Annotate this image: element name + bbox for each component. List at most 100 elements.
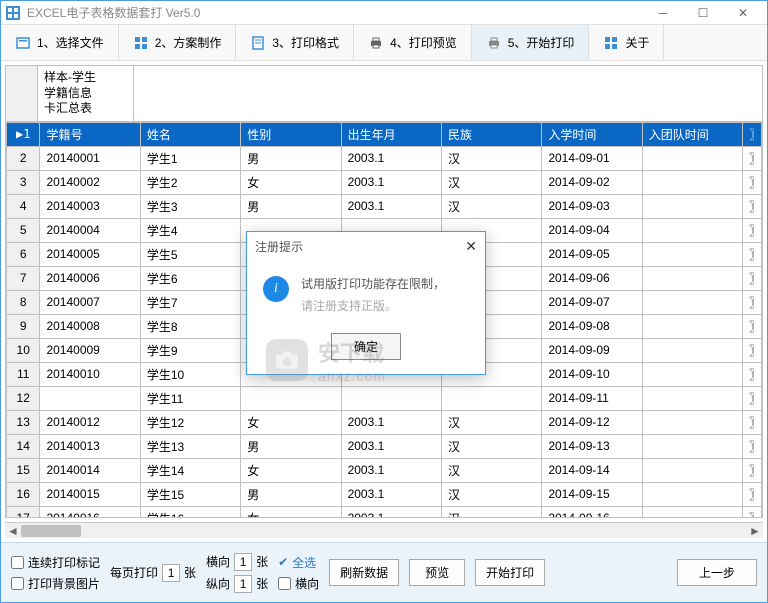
close-button[interactable]: ✕ bbox=[723, 2, 763, 24]
cell[interactable] bbox=[441, 386, 541, 410]
minimize-button[interactable]: ─ bbox=[643, 2, 683, 24]
cell[interactable]: 20140008 bbox=[40, 314, 140, 338]
cell[interactable] bbox=[241, 386, 341, 410]
cell[interactable] bbox=[642, 146, 742, 170]
cell[interactable] bbox=[341, 386, 441, 410]
cell[interactable] bbox=[642, 194, 742, 218]
maximize-button[interactable]: ☐ bbox=[683, 2, 723, 24]
cell[interactable]: 20140003 bbox=[40, 194, 140, 218]
cell[interactable] bbox=[642, 242, 742, 266]
cell[interactable]: 学生15 bbox=[140, 482, 240, 506]
table-row[interactable]: 12学生112014-09-11〗 bbox=[7, 386, 762, 410]
cell[interactable]: 2014-09-03 bbox=[542, 194, 642, 218]
table-row[interactable]: 1320140012学生12女2003.1汉2014-09-12〗 bbox=[7, 410, 762, 434]
cell[interactable]: 学生1 bbox=[140, 146, 240, 170]
cell[interactable] bbox=[642, 338, 742, 362]
column-header[interactable]: 入团队时间 bbox=[642, 122, 742, 146]
dialog-ok-button[interactable]: 确定 bbox=[331, 333, 401, 360]
continuous-print-checkbox[interactable]: 连续打印标记 bbox=[11, 554, 100, 571]
cell[interactable] bbox=[642, 290, 742, 314]
table-row[interactable]: 320140002学生2女2003.1汉2014-09-02〗 bbox=[7, 170, 762, 194]
cell[interactable]: 男 bbox=[241, 482, 341, 506]
cell[interactable]: 学生8 bbox=[140, 314, 240, 338]
cell[interactable]: 20140001 bbox=[40, 146, 140, 170]
cell[interactable]: 20140005 bbox=[40, 242, 140, 266]
cell[interactable]: 学生16 bbox=[140, 506, 240, 518]
cell[interactable]: 2014-09-06 bbox=[542, 266, 642, 290]
cell[interactable] bbox=[40, 386, 140, 410]
column-header[interactable]: 性别 bbox=[241, 122, 341, 146]
cell[interactable]: 学生3 bbox=[140, 194, 240, 218]
cell[interactable] bbox=[642, 458, 742, 482]
cell[interactable]: 男 bbox=[241, 434, 341, 458]
cell[interactable]: 汉 bbox=[441, 410, 541, 434]
cell[interactable]: 汉 bbox=[441, 170, 541, 194]
cell[interactable]: 汉 bbox=[441, 434, 541, 458]
cell[interactable]: 2003.1 bbox=[341, 482, 441, 506]
cell[interactable]: 2014-09-07 bbox=[542, 290, 642, 314]
column-header[interactable]: 姓名 bbox=[140, 122, 240, 146]
cell[interactable]: 女 bbox=[241, 506, 341, 518]
cell[interactable]: 男 bbox=[241, 194, 341, 218]
cell[interactable]: 2003.1 bbox=[341, 170, 441, 194]
cell[interactable]: 2003.1 bbox=[341, 506, 441, 518]
cell[interactable]: 学生2 bbox=[140, 170, 240, 194]
cell[interactable]: 汉 bbox=[441, 506, 541, 518]
column-header[interactable]: 入学时间 bbox=[542, 122, 642, 146]
horizontal-scrollbar[interactable]: ◄ ► bbox=[5, 522, 763, 538]
cell[interactable]: 汉 bbox=[441, 458, 541, 482]
cell[interactable]: 学生12 bbox=[140, 410, 240, 434]
cell[interactable]: 2014-09-10 bbox=[542, 362, 642, 386]
cell[interactable]: 学生5 bbox=[140, 242, 240, 266]
refresh-button[interactable]: 刷新数据 bbox=[329, 559, 399, 586]
select-all-checkbox[interactable]: ✔全选 bbox=[278, 554, 316, 571]
scroll-thumb[interactable] bbox=[21, 525, 81, 537]
table-row[interactable]: 1620140015学生15男2003.1汉2014-09-15〗 bbox=[7, 482, 762, 506]
cell[interactable]: 2014-09-01 bbox=[542, 146, 642, 170]
preview-button[interactable]: 预览 bbox=[409, 559, 465, 586]
table-row[interactable]: 1520140014学生14女2003.1汉2014-09-14〗 bbox=[7, 458, 762, 482]
cell[interactable] bbox=[642, 170, 742, 194]
cell[interactable]: 20140016 bbox=[40, 506, 140, 518]
cell[interactable]: 20140012 bbox=[40, 410, 140, 434]
cell[interactable]: 2014-09-11 bbox=[542, 386, 642, 410]
table-row[interactable]: 220140001学生1男2003.1汉2014-09-01〗 bbox=[7, 146, 762, 170]
cell[interactable]: 20140014 bbox=[40, 458, 140, 482]
per-page-value[interactable]: 1 bbox=[162, 564, 180, 582]
cell[interactable] bbox=[642, 362, 742, 386]
cell[interactable]: 2014-09-15 bbox=[542, 482, 642, 506]
cell[interactable]: 20140009 bbox=[40, 338, 140, 362]
cell[interactable]: 女 bbox=[241, 458, 341, 482]
cell[interactable]: 20140013 bbox=[40, 434, 140, 458]
cell[interactable] bbox=[642, 266, 742, 290]
cell[interactable]: 2014-09-05 bbox=[542, 242, 642, 266]
cell[interactable]: 男 bbox=[241, 146, 341, 170]
cell[interactable]: 2014-09-12 bbox=[542, 410, 642, 434]
toolbar-btn-2[interactable]: 3、打印格式 bbox=[236, 25, 354, 60]
prev-step-button[interactable]: 上一步 bbox=[677, 559, 757, 586]
cell[interactable]: 2003.1 bbox=[341, 458, 441, 482]
cell[interactable]: 20140010 bbox=[40, 362, 140, 386]
scroll-left-icon[interactable]: ◄ bbox=[5, 523, 21, 539]
cell[interactable]: 学生4 bbox=[140, 218, 240, 242]
toolbar-btn-4[interactable]: 5、开始打印 bbox=[472, 25, 590, 60]
column-header[interactable]: 出生年月 bbox=[341, 122, 441, 146]
horizontal-checkbox[interactable]: 横向 bbox=[278, 575, 319, 592]
scroll-right-icon[interactable]: ► bbox=[747, 523, 763, 539]
column-header[interactable]: 学籍号 bbox=[40, 122, 140, 146]
cell[interactable]: 20140007 bbox=[40, 290, 140, 314]
cell[interactable]: 学生9 bbox=[140, 338, 240, 362]
cell[interactable]: 学生11 bbox=[140, 386, 240, 410]
table-row[interactable]: 1420140013学生13男2003.1汉2014-09-13〗 bbox=[7, 434, 762, 458]
cell[interactable] bbox=[642, 218, 742, 242]
cell[interactable] bbox=[642, 314, 742, 338]
cell[interactable] bbox=[642, 410, 742, 434]
cell[interactable]: 2014-09-14 bbox=[542, 458, 642, 482]
cell[interactable]: 20140006 bbox=[40, 266, 140, 290]
cell[interactable]: 女 bbox=[241, 410, 341, 434]
column-header[interactable]: 民族 bbox=[441, 122, 541, 146]
dialog-close-icon[interactable]: ✕ bbox=[465, 238, 477, 255]
table-row[interactable]: 1720140016学生16女2003.1汉2014-09-16〗 bbox=[7, 506, 762, 518]
cell[interactable]: 学生7 bbox=[140, 290, 240, 314]
cell[interactable]: 2014-09-04 bbox=[542, 218, 642, 242]
